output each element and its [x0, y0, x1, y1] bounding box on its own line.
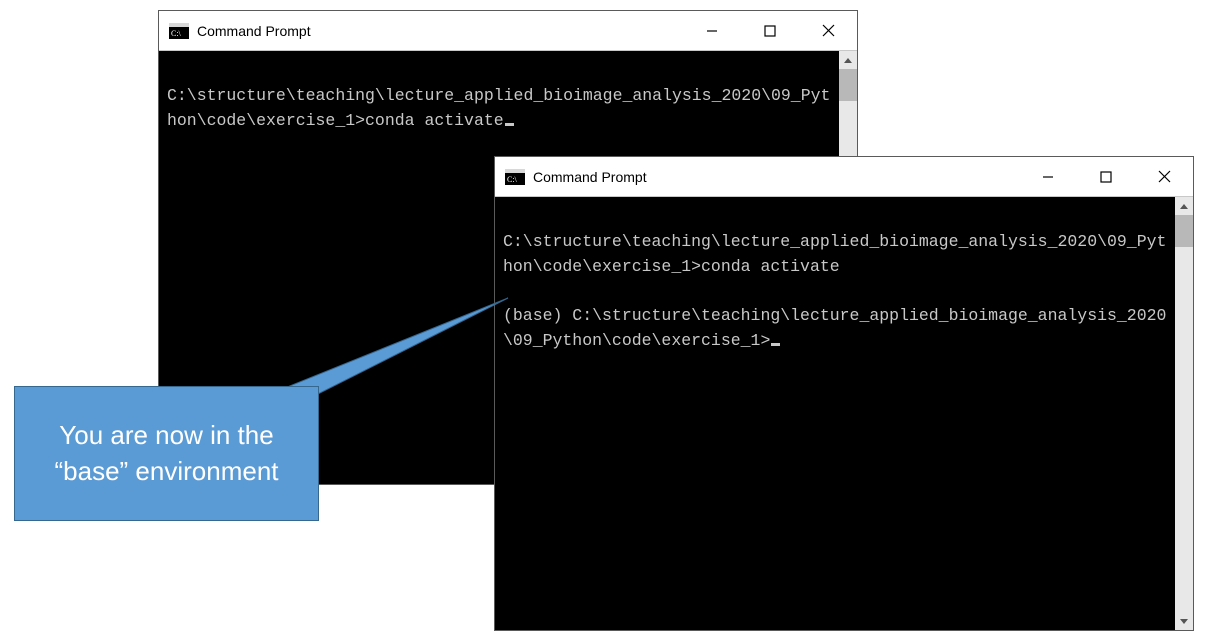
minimize-button[interactable]: [683, 11, 741, 50]
scrollbar-track[interactable]: [1175, 215, 1193, 612]
cmd-icon: C:\: [169, 23, 189, 39]
scrollbar[interactable]: [1175, 197, 1193, 630]
title-bar[interactable]: C:\ Command Prompt: [159, 11, 857, 51]
scrollbar-thumb[interactable]: [839, 69, 857, 101]
maximize-button[interactable]: [1077, 157, 1135, 196]
callout-text: You are now in the “base” environment: [33, 418, 300, 488]
svg-text:C:\: C:\: [171, 29, 182, 38]
title-bar[interactable]: C:\ Command Prompt: [495, 157, 1193, 197]
svg-text:C:\: C:\: [507, 175, 518, 184]
command-prompt-window-2: C:\ Command Prompt C:\structure\teaching…: [494, 156, 1194, 631]
minimize-button[interactable]: [1019, 157, 1077, 196]
scroll-up-icon[interactable]: [839, 51, 857, 69]
terminal-output[interactable]: C:\structure\teaching\lecture_applied_bi…: [495, 197, 1175, 630]
annotation-callout: You are now in the “base” environment: [14, 386, 319, 521]
maximize-button[interactable]: [741, 11, 799, 50]
scroll-up-icon[interactable]: [1175, 197, 1193, 215]
terminal-area: C:\structure\teaching\lecture_applied_bi…: [495, 197, 1193, 630]
scrollbar-thumb[interactable]: [1175, 215, 1193, 247]
window-title: Command Prompt: [197, 23, 683, 39]
window-controls: [683, 11, 857, 50]
window-controls: [1019, 157, 1193, 196]
close-button[interactable]: [799, 11, 857, 50]
window-title: Command Prompt: [533, 169, 1019, 185]
cmd-icon: C:\: [505, 169, 525, 185]
close-button[interactable]: [1135, 157, 1193, 196]
scroll-down-icon[interactable]: [1175, 612, 1193, 630]
